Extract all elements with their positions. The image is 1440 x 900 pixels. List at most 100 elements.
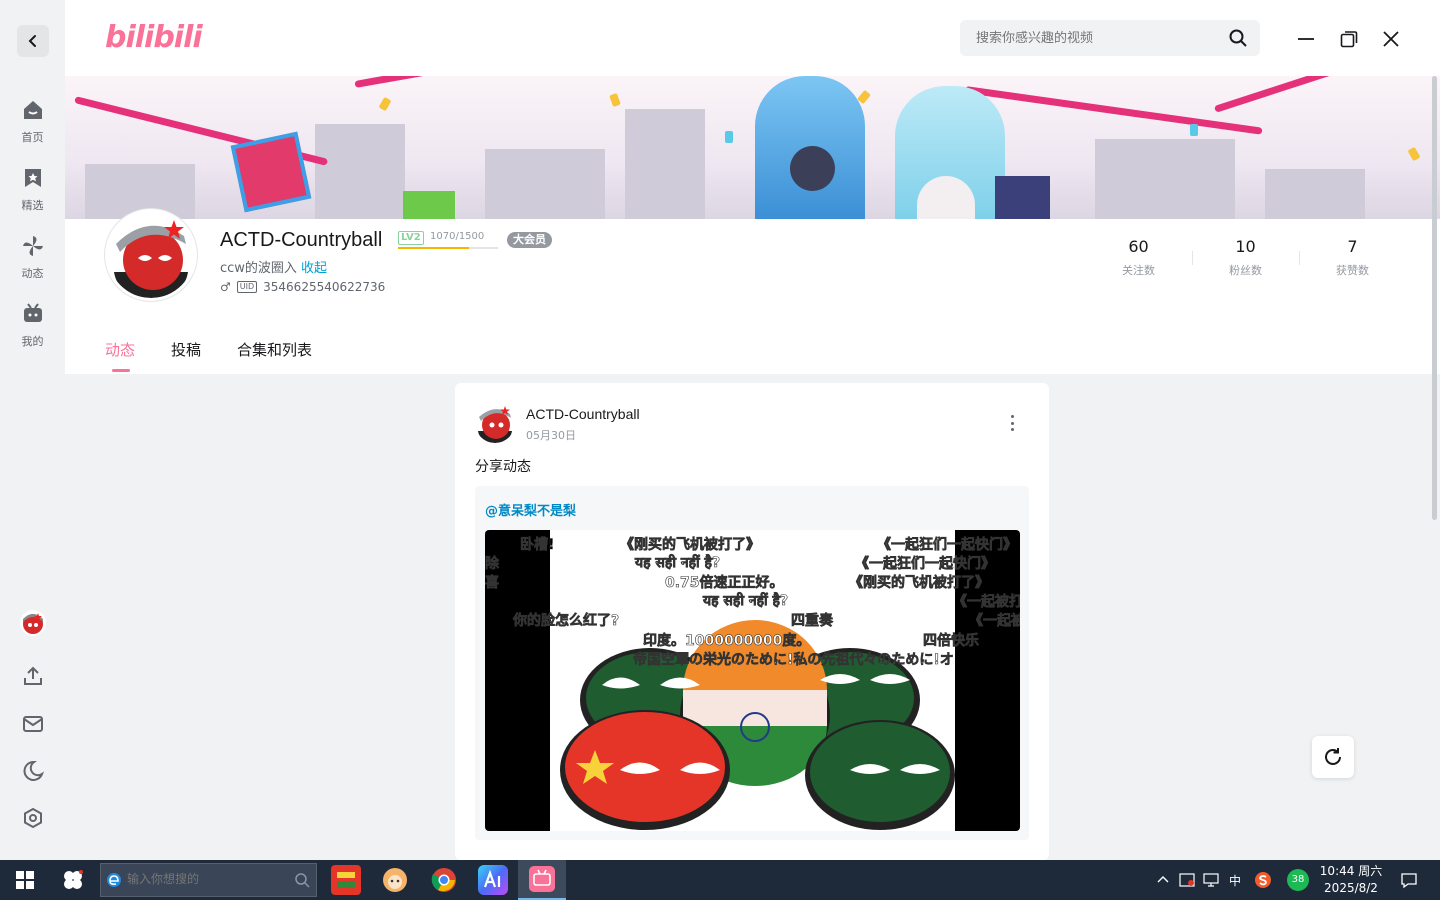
stat-number: 7 xyxy=(1347,237,1358,256)
taskbar-app-2[interactable] xyxy=(380,865,410,895)
maximize-button[interactable] xyxy=(1338,28,1360,50)
taskbar-app-pinwheel[interactable] xyxy=(58,865,88,895)
video-preview[interactable]: 卧槽! 除 喜 《刚买的飞机被打了》 यह सही नहीं है? 0.75倍… xyxy=(485,530,1020,831)
stat-likes[interactable]: 7 获赞数 xyxy=(1299,237,1406,278)
notifications-button[interactable] xyxy=(1394,865,1424,895)
taskbar-app-1[interactable] xyxy=(331,865,361,895)
clock-date: 2025/8/2 xyxy=(1324,881,1378,895)
danmaku: यह सही नहीं है? xyxy=(703,593,789,610)
tab-uploads[interactable]: 投稿 xyxy=(171,339,201,360)
tray-badge-app[interactable]: 38 xyxy=(1284,865,1312,895)
taskbar-search-input[interactable] xyxy=(127,872,287,886)
top-bar: bilibili xyxy=(65,0,1440,76)
sidebar: 首页 精选 动态 我的 xyxy=(0,0,65,860)
tab-collections[interactable]: 合集和列表 xyxy=(237,339,312,360)
bilibili-app-icon xyxy=(529,866,555,892)
app-tile-icon xyxy=(337,872,355,888)
search-icon xyxy=(295,873,310,888)
forwarded-content[interactable]: @意呆梨不是梨 卧槽! 除 喜 《刚买的飞机被打了》 यह सही नहीं ह… xyxy=(475,486,1029,840)
security-icon xyxy=(1179,873,1195,887)
tv-icon xyxy=(23,303,42,322)
signature-text: ccw的波圈入 xyxy=(220,261,297,276)
tray-security[interactable] xyxy=(1174,865,1200,895)
stat-following[interactable]: 60 关注数 xyxy=(1085,237,1192,278)
dot-icon xyxy=(1010,428,1014,431)
avatar xyxy=(23,613,43,634)
messages-button[interactable] xyxy=(20,711,46,737)
restore-icon xyxy=(1340,31,1358,48)
danmaku: 《一起被打 xyxy=(953,594,1020,611)
tray-network[interactable] xyxy=(1198,865,1224,895)
sidebar-item-mine[interactable]: 我的 xyxy=(0,302,65,349)
night-mode-button[interactable] xyxy=(20,758,46,784)
upload-button[interactable] xyxy=(20,663,46,689)
taskbar-clock[interactable]: 10:44 周六 2025/8/2 xyxy=(1316,863,1386,897)
post-author-avatar[interactable] xyxy=(475,403,515,443)
scrollbar[interactable] xyxy=(1432,76,1437,520)
danmaku: 《刚买的飞机被打了》 xyxy=(849,575,990,592)
chevron-left-icon xyxy=(28,35,36,47)
dot-icon xyxy=(1010,415,1014,418)
danmaku: 印度。1000000000度。 xyxy=(643,633,811,650)
mail-icon xyxy=(23,716,43,732)
avatar xyxy=(478,406,512,443)
sidebar-item-dynamic[interactable]: 动态 xyxy=(0,234,65,281)
sogou-icon xyxy=(1255,872,1271,888)
signature: ccw的波圈入 收起 xyxy=(220,257,327,276)
back-button[interactable] xyxy=(17,25,49,57)
bilibili-logo[interactable]: bilibili xyxy=(105,20,203,55)
post-date: 05月30日 xyxy=(526,429,576,442)
sidebar-item-featured[interactable]: 精选 xyxy=(0,166,65,213)
sidebar-item-label: 我的 xyxy=(21,335,44,348)
minimize-icon xyxy=(1298,38,1314,40)
search-box[interactable] xyxy=(960,20,1260,56)
mention-link[interactable]: @意呆梨不是梨 xyxy=(485,500,576,519)
danmaku: 帝国空軍の栄光のために!私の先祖代々のために!オ xyxy=(633,652,954,669)
uid-line: ♂ UID 3546625540622736 xyxy=(220,280,385,294)
danmaku: 卧槽! xyxy=(520,537,555,554)
chevron-up-icon xyxy=(1157,876,1169,883)
sidebar-item-label: 首页 xyxy=(21,131,44,144)
danmaku: 四重奏 xyxy=(791,613,834,630)
home-icon xyxy=(23,101,42,119)
settings-button[interactable] xyxy=(20,805,46,831)
moon-icon xyxy=(23,760,44,781)
stat-label: 获赞数 xyxy=(1336,264,1369,277)
user-avatar-button[interactable] xyxy=(20,610,46,636)
stats: 60 关注数 10 粉丝数 7 获赞数 xyxy=(1085,237,1406,278)
collapse-link[interactable]: 收起 xyxy=(301,261,327,276)
profile-banner xyxy=(65,76,1440,219)
start-button[interactable] xyxy=(10,865,40,895)
danmaku: 《一起狂们一起快门》 xyxy=(877,537,1018,554)
refresh-button[interactable] xyxy=(1312,736,1354,778)
close-button[interactable] xyxy=(1380,28,1402,50)
taskbar-ai-app[interactable] xyxy=(478,865,508,895)
taskbar-search[interactable] xyxy=(100,863,317,897)
post-author-name[interactable]: ACTD-Countryball xyxy=(526,406,640,422)
stat-followers[interactable]: 10 粉丝数 xyxy=(1192,237,1299,278)
tray-expand-button[interactable] xyxy=(1150,865,1176,895)
search-input[interactable] xyxy=(976,28,1216,48)
taskbar-chrome[interactable] xyxy=(429,865,459,895)
badge-count: 38 xyxy=(1287,869,1309,891)
search-icon[interactable] xyxy=(1228,28,1248,48)
username: ACTD-Countryball xyxy=(220,229,383,251)
main-area: bilibili 搜索你感兴趣的视频 ACTD-Countryball LV2 … xyxy=(65,0,1440,860)
danmaku: 《刚买的飞机被打了》 xyxy=(620,537,761,554)
stat-label: 关注数 xyxy=(1122,264,1155,277)
taskbar-bilibili-active[interactable] xyxy=(518,860,566,900)
tab-dynamic[interactable]: 动态 xyxy=(105,339,135,360)
ime-indicator[interactable]: 中 xyxy=(1229,872,1241,889)
dot-icon xyxy=(1010,421,1014,425)
profile-avatar[interactable] xyxy=(105,209,197,301)
pinwheel-icon xyxy=(22,236,43,256)
more-options-button[interactable] xyxy=(1005,413,1019,433)
sidebar-item-home[interactable]: 首页 xyxy=(0,98,65,145)
danmaku: यह सही नहीं है? xyxy=(635,555,721,572)
profile-tabs: 动态 投稿 合集和列表 xyxy=(105,339,312,360)
danmaku: 《一起狂们一起快门》 xyxy=(855,556,996,573)
exp-text: 1070/1500 xyxy=(430,231,485,242)
tray-sogou[interactable] xyxy=(1250,865,1276,895)
minimize-button[interactable] xyxy=(1295,28,1317,50)
network-icon xyxy=(1203,873,1219,887)
